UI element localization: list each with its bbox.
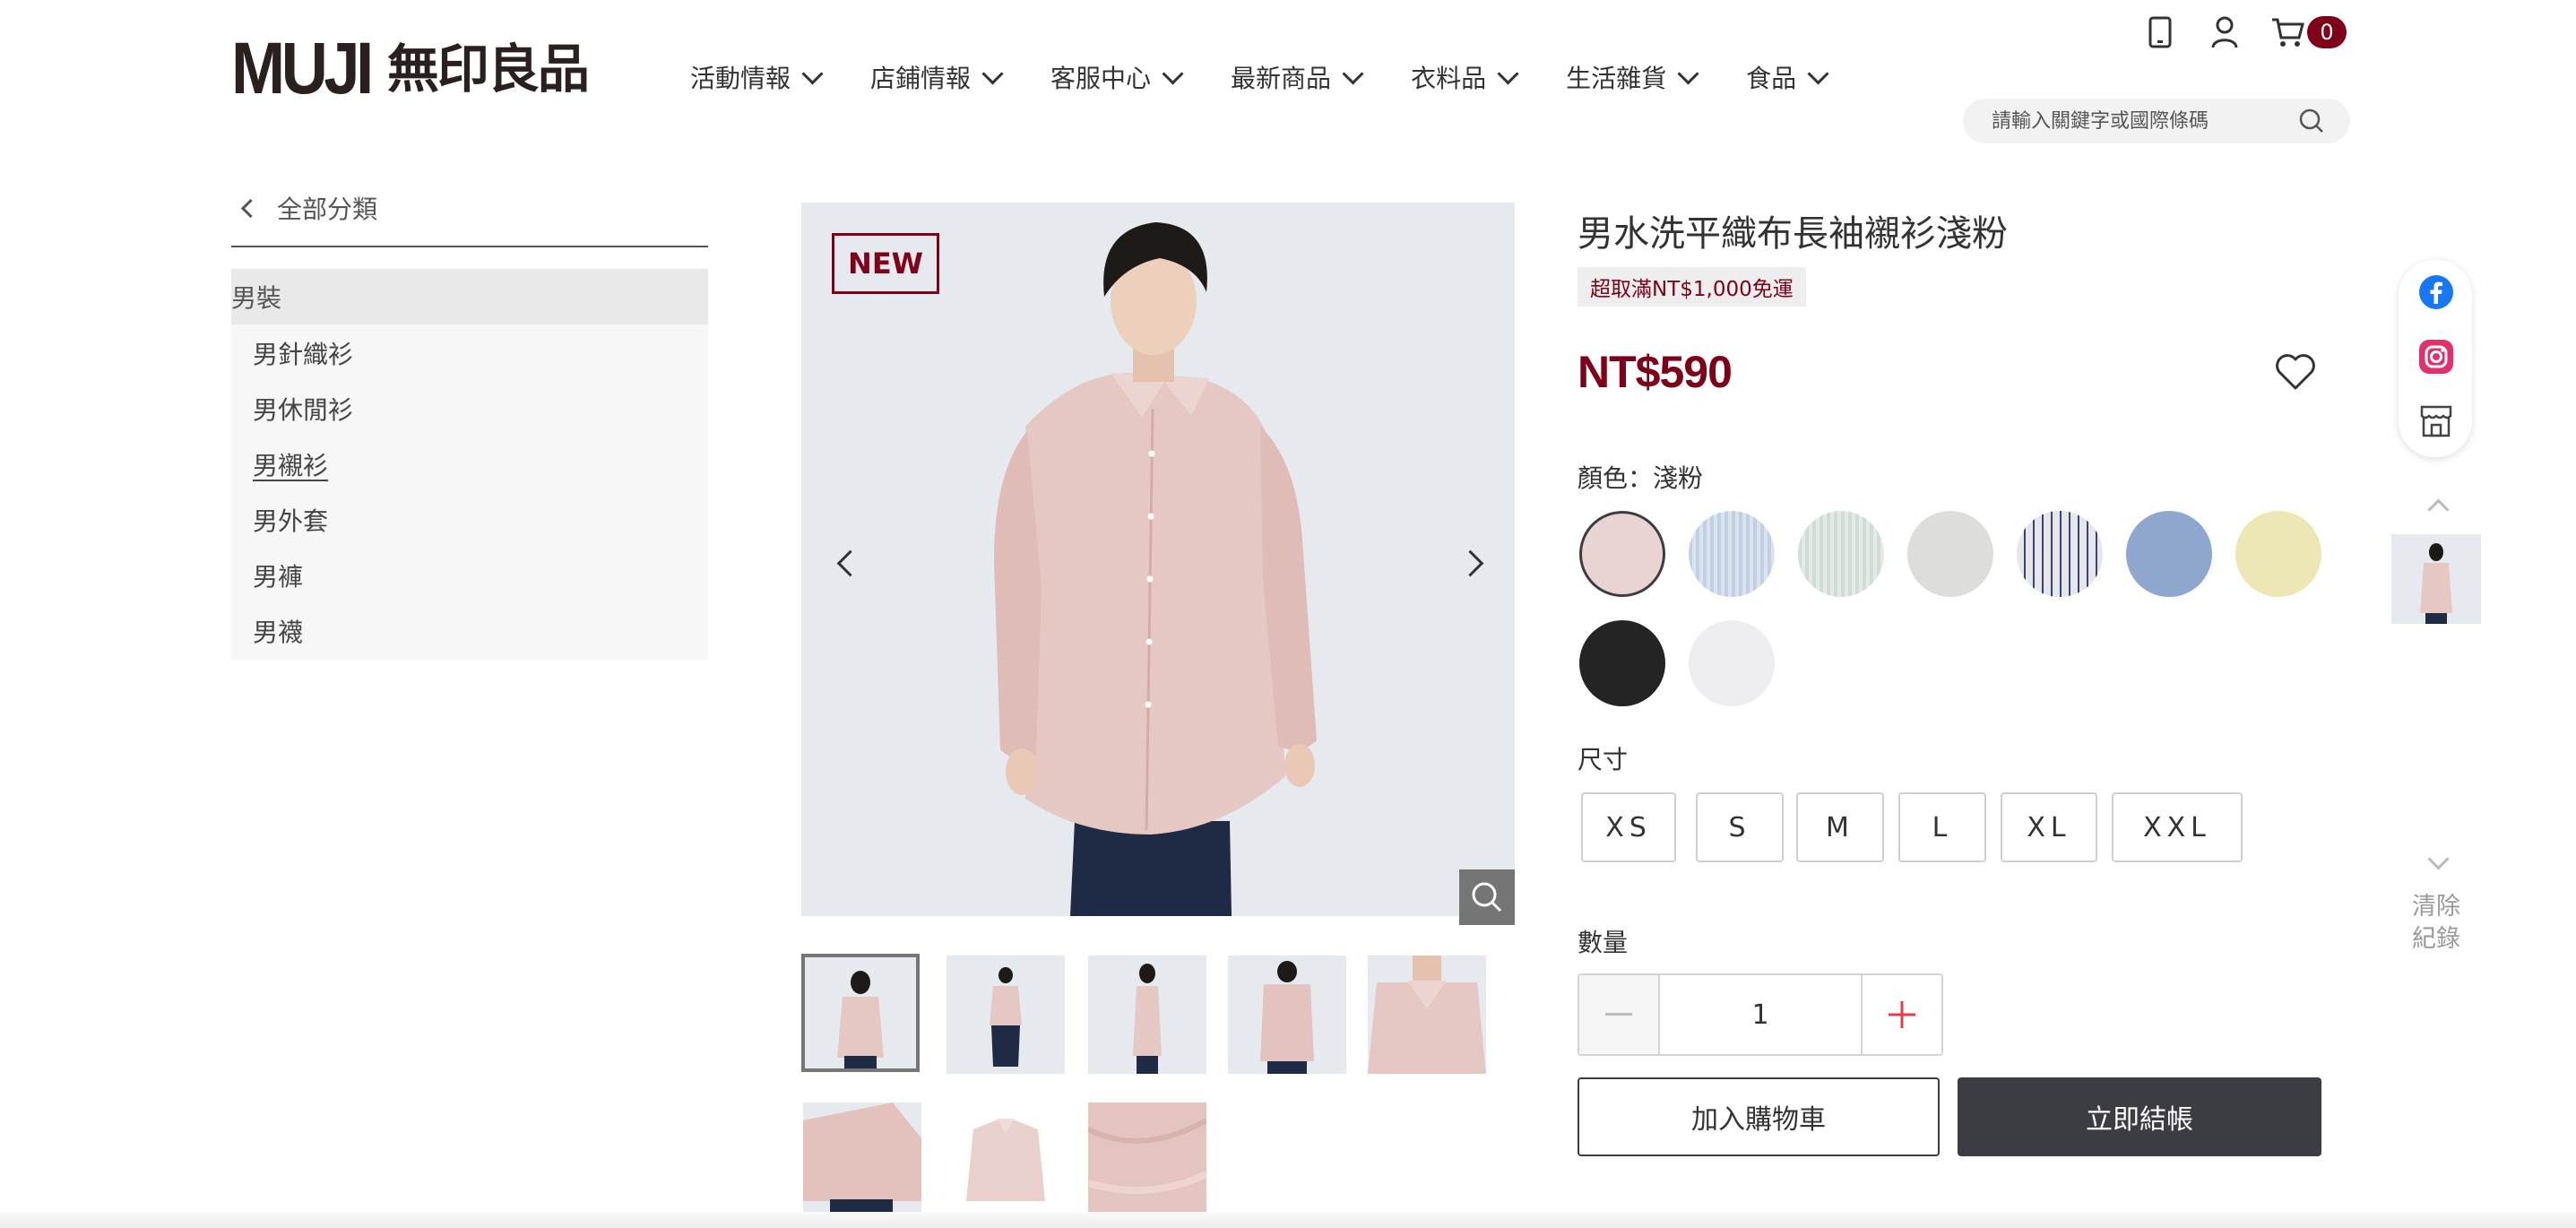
product-main-image[interactable] (801, 203, 1515, 916)
thumbnail-7[interactable] (947, 1103, 1065, 1221)
quantity-stepper: 1 (1578, 973, 1943, 1056)
page-bottom-edge (0, 1212, 2576, 1228)
sidebar-divider (231, 246, 708, 247)
product-title: 男水洗平織布長袖襯衫淺粉 (1578, 213, 2008, 255)
chevron-down-icon[interactable] (2427, 848, 2450, 870)
thumbnail-3[interactable] (1088, 956, 1206, 1074)
size-option-l[interactable]: L (1898, 792, 1986, 862)
nav-label: 食品 (1746, 64, 1797, 93)
thumbnail-2[interactable] (947, 956, 1065, 1074)
nav-item-clothing[interactable]: 衣料品 (1411, 57, 1519, 97)
size-label: 尺寸 (1578, 745, 1629, 774)
nav-item-new[interactable]: 最新商品 (1231, 57, 1364, 97)
logo-jp: 無印良品 (386, 39, 590, 99)
quantity-decrease-button[interactable] (1579, 975, 1660, 1054)
chevron-down-icon (1162, 62, 1184, 85)
new-badge: NEW (832, 233, 939, 294)
all-categories-label: 全部分類 (277, 195, 378, 224)
thumbnail-5[interactable] (1368, 956, 1486, 1074)
chevron-down-icon (1497, 62, 1519, 85)
chevron-down-icon (1677, 62, 1699, 85)
color-swatch-light-yellow[interactable] (2235, 511, 2321, 597)
sidebar-item-pants[interactable]: 男褲 (253, 558, 303, 593)
shipping-tag: 超取滿NT$1,000免運 (1578, 267, 1806, 307)
quantity-value[interactable]: 1 (1660, 975, 1861, 1054)
nav-item-activities[interactable]: 活動情報 (690, 57, 824, 97)
size-option-s[interactable]: S (1696, 792, 1784, 862)
nav-label: 衣料品 (1411, 64, 1487, 93)
sidebar-category-title[interactable]: 男裝 (231, 269, 708, 324)
add-to-cart-button[interactable]: 加入購物車 (1578, 1077, 1940, 1156)
color-label: 顏色：淺粉 (1578, 463, 1704, 493)
model-figure (994, 222, 1317, 916)
buy-now-button[interactable]: 立即結帳 (1958, 1077, 2321, 1156)
chevron-down-icon (1807, 62, 1829, 85)
chevron-right-icon[interactable] (1457, 549, 1484, 577)
sidebar-item-casual[interactable]: 男休閒衫 (253, 391, 353, 427)
mobile-icon[interactable] (2142, 14, 2178, 50)
size-option-m[interactable]: M (1796, 792, 1884, 862)
nav-item-stores[interactable]: 店鋪情報 (870, 57, 1004, 97)
all-categories-link[interactable]: 全部分類 (237, 190, 377, 226)
color-swatch-blue[interactable] (2126, 511, 2212, 597)
nav-label: 客服中心 (1050, 64, 1152, 93)
search-icon[interactable] (2298, 108, 2325, 134)
chevron-left-icon[interactable] (836, 549, 864, 577)
chevron-up-icon[interactable] (2427, 498, 2450, 521)
color-swatch-light-gray[interactable] (1907, 511, 1993, 597)
size-option-xs[interactable]: XS (1581, 792, 1676, 862)
cart-icon[interactable] (2269, 14, 2307, 50)
color-swatch-light-pink[interactable] (1579, 511, 1665, 597)
thumbnail-1[interactable] (801, 954, 920, 1072)
nav-item-service[interactable]: 客服中心 (1050, 57, 1184, 97)
clear-label-2: 紀錄 (2412, 925, 2460, 953)
user-icon[interactable] (2207, 14, 2243, 50)
sidebar-item-knitwear[interactable]: 男針織衫 (253, 335, 353, 371)
sidebar-item-socks[interactable]: 男襪 (253, 613, 303, 649)
nav-item-food[interactable]: 食品 (1746, 57, 1829, 97)
plus-icon (1889, 1001, 1915, 1028)
cart-count-badge[interactable]: 0 (2307, 16, 2347, 48)
facebook-icon[interactable] (2418, 274, 2454, 314)
thumbnail-6[interactable] (803, 1103, 921, 1221)
product-price: NT$590 (1578, 347, 1733, 397)
nav-label: 店鋪情報 (870, 64, 972, 93)
muji-logo[interactable]: MUJI 無印良品 (231, 32, 629, 106)
chevron-down-icon (1342, 62, 1364, 85)
search-bar (1963, 99, 2350, 143)
recently-viewed-item[interactable] (2391, 534, 2481, 624)
chevron-down-icon (981, 62, 1004, 85)
nav-label: 最新商品 (1231, 64, 1332, 93)
quantity-increase-button[interactable] (1861, 975, 1941, 1054)
chevron-left-icon (240, 198, 261, 218)
minus-icon (1605, 1013, 1632, 1016)
logo-en: MUJI (231, 28, 374, 109)
size-option-xxl[interactable]: XXL (2112, 792, 2243, 862)
clear-label-1: 清除 (2412, 893, 2460, 921)
color-swatch-black[interactable] (1579, 620, 1665, 706)
color-swatch-light-blue-stripe[interactable] (1689, 511, 1775, 597)
color-swatch-light-green-stripe[interactable] (1798, 511, 1884, 597)
quantity-label: 數量 (1578, 928, 1629, 957)
store-icon[interactable] (2418, 403, 2454, 443)
heart-icon[interactable] (2275, 353, 2316, 394)
sidebar-item-jackets[interactable]: 男外套 (253, 502, 328, 538)
clear-history-button[interactable]: 清除 紀錄 (2407, 891, 2465, 956)
thumbnail-8[interactable] (1088, 1103, 1206, 1221)
color-swatch-white[interactable] (1689, 620, 1775, 706)
search-input[interactable] (1990, 108, 2298, 134)
nav-label: 生活雜貨 (1566, 64, 1667, 93)
nav-label: 活動情報 (690, 64, 791, 93)
nav-item-household[interactable]: 生活雜貨 (1566, 57, 1699, 97)
color-swatch-navy-stripe[interactable] (2017, 511, 2103, 597)
chevron-down-icon (801, 62, 824, 85)
main-nav: 活動情報 店鋪情報 客服中心 最新商品 衣料品 生活雜貨 食品 (690, 57, 1876, 97)
sidebar-item-shirts[interactable]: 男襯衫 (253, 446, 328, 482)
zoom-icon[interactable] (1459, 869, 1515, 925)
size-option-xl[interactable]: XL (2001, 792, 2097, 862)
thumbnail-4[interactable] (1228, 956, 1346, 1074)
instagram-icon[interactable] (2418, 339, 2454, 378)
